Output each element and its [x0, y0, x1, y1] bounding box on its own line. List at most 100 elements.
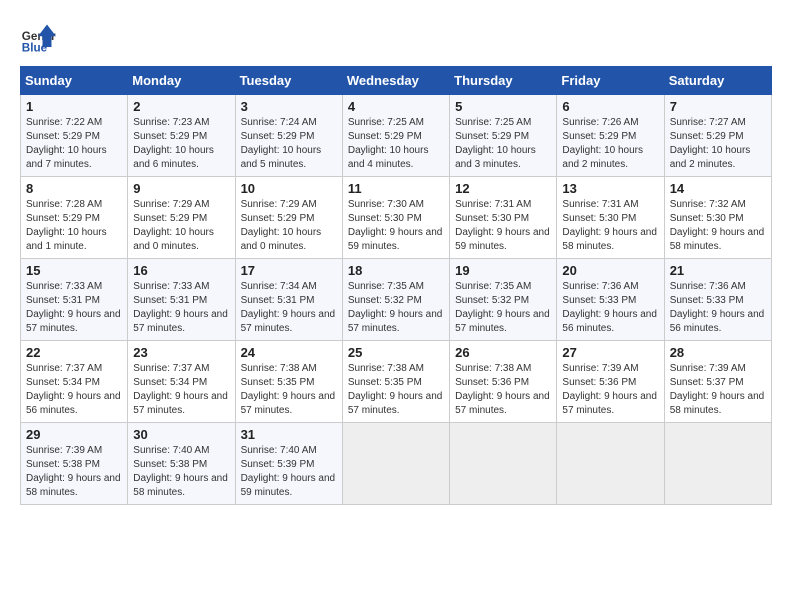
calendar-week-row: 15 Sunrise: 7:33 AMSunset: 5:31 PMDayligh…: [21, 259, 772, 341]
calendar-cell: 15 Sunrise: 7:33 AMSunset: 5:31 PMDayligh…: [21, 259, 128, 341]
day-detail: Sunrise: 7:39 AMSunset: 5:36 PMDaylight:…: [562, 362, 658, 418]
calendar-cell: [664, 423, 771, 505]
day-number: 2: [133, 99, 229, 114]
calendar-cell: 29 Sunrise: 7:39 AMSunset: 5:38 PMDayligh…: [21, 423, 128, 505]
day-number: 8: [26, 181, 122, 196]
day-detail: Sunrise: 7:29 AMSunset: 5:29 PMDaylight:…: [241, 198, 337, 254]
day-number: 26: [455, 345, 551, 360]
day-header-sunday: Sunday: [21, 67, 128, 95]
day-number: 30: [133, 427, 229, 442]
day-detail: Sunrise: 7:37 AMSunset: 5:34 PMDaylight:…: [133, 362, 229, 418]
logo-icon: General Blue: [20, 20, 56, 56]
day-number: 24: [241, 345, 337, 360]
day-detail: Sunrise: 7:40 AMSunset: 5:38 PMDaylight:…: [133, 444, 229, 500]
calendar-cell: 9 Sunrise: 7:29 AMSunset: 5:29 PMDaylight…: [128, 177, 235, 259]
calendar-cell: 12Sunrise: 7:31 AMSunset: 5:30 PMDayligh…: [450, 177, 557, 259]
day-detail: Sunrise: 7:39 AMSunset: 5:38 PMDaylight:…: [26, 444, 122, 500]
day-number: 13: [562, 181, 658, 196]
calendar-cell: 30 Sunrise: 7:40 AMSunset: 5:38 PMDayligh…: [128, 423, 235, 505]
day-number: 5: [455, 99, 551, 114]
day-number: 18: [348, 263, 444, 278]
calendar-cell: 6 Sunrise: 7:26 AMSunset: 5:29 PMDaylight…: [557, 95, 664, 177]
day-detail: Sunrise: 7:30 AMSunset: 5:30 PMDaylight:…: [348, 198, 444, 254]
day-header-wednesday: Wednesday: [342, 67, 449, 95]
day-detail: Sunrise: 7:32 AMSunset: 5:30 PMDaylight:…: [670, 198, 766, 254]
calendar-cell: 4Sunrise: 7:25 AMSunset: 5:29 PMDaylight…: [342, 95, 449, 177]
day-detail: Sunrise: 7:24 AMSunset: 5:29 PMDaylight:…: [241, 116, 337, 172]
day-number: 6: [562, 99, 658, 114]
day-detail: Sunrise: 7:36 AMSunset: 5:33 PMDaylight:…: [562, 280, 658, 336]
calendar-header-row: SundayMondayTuesdayWednesdayThursdayFrid…: [21, 67, 772, 95]
calendar-cell: [450, 423, 557, 505]
day-number: 29: [26, 427, 122, 442]
calendar-cell: 7Sunrise: 7:27 AMSunset: 5:29 PMDaylight…: [664, 95, 771, 177]
calendar-cell: 24Sunrise: 7:38 AMSunset: 5:35 PMDayligh…: [235, 341, 342, 423]
calendar-cell: 5Sunrise: 7:25 AMSunset: 5:29 PMDaylight…: [450, 95, 557, 177]
day-detail: Sunrise: 7:28 AMSunset: 5:29 PMDaylight:…: [26, 198, 122, 254]
calendar-cell: [557, 423, 664, 505]
day-detail: Sunrise: 7:38 AMSunset: 5:36 PMDaylight:…: [455, 362, 551, 418]
day-detail: Sunrise: 7:38 AMSunset: 5:35 PMDaylight:…: [348, 362, 444, 418]
day-detail: Sunrise: 7:39 AMSunset: 5:37 PMDaylight:…: [670, 362, 766, 418]
day-number: 22: [26, 345, 122, 360]
day-detail: Sunrise: 7:31 AMSunset: 5:30 PMDaylight:…: [562, 198, 658, 254]
calendar-cell: 23Sunrise: 7:37 AMSunset: 5:34 PMDayligh…: [128, 341, 235, 423]
calendar-cell: 3 Sunrise: 7:24 AMSunset: 5:29 PMDaylight…: [235, 95, 342, 177]
day-number: 7: [670, 99, 766, 114]
calendar-cell: 16Sunrise: 7:33 AMSunset: 5:31 PMDayligh…: [128, 259, 235, 341]
day-detail: Sunrise: 7:34 AMSunset: 5:31 PMDaylight:…: [241, 280, 337, 336]
day-detail: Sunrise: 7:26 AMSunset: 5:29 PMDaylight:…: [562, 116, 658, 172]
calendar-cell: 8 Sunrise: 7:28 AMSunset: 5:29 PMDaylight…: [21, 177, 128, 259]
day-header-saturday: Saturday: [664, 67, 771, 95]
day-number: 15: [26, 263, 122, 278]
day-detail: Sunrise: 7:35 AMSunset: 5:32 PMDaylight:…: [455, 280, 551, 336]
calendar-cell: 28 Sunrise: 7:39 AMSunset: 5:37 PMDayligh…: [664, 341, 771, 423]
day-detail: Sunrise: 7:36 AMSunset: 5:33 PMDaylight:…: [670, 280, 766, 336]
calendar-cell: 27 Sunrise: 7:39 AMSunset: 5:36 PMDayligh…: [557, 341, 664, 423]
calendar-week-row: 29 Sunrise: 7:39 AMSunset: 5:38 PMDayligh…: [21, 423, 772, 505]
calendar-week-row: 1 Sunrise: 7:22 AMSunset: 5:29 PMDaylight…: [21, 95, 772, 177]
day-number: 14: [670, 181, 766, 196]
calendar-cell: 19 Sunrise: 7:35 AMSunset: 5:32 PMDayligh…: [450, 259, 557, 341]
day-detail: Sunrise: 7:22 AMSunset: 5:29 PMDaylight:…: [26, 116, 122, 172]
day-number: 31: [241, 427, 337, 442]
calendar-cell: 11 Sunrise: 7:30 AMSunset: 5:30 PMDayligh…: [342, 177, 449, 259]
day-detail: Sunrise: 7:25 AMSunset: 5:29 PMDaylight:…: [348, 116, 444, 172]
calendar-week-row: 8 Sunrise: 7:28 AMSunset: 5:29 PMDaylight…: [21, 177, 772, 259]
day-number: 25: [348, 345, 444, 360]
day-number: 10: [241, 181, 337, 196]
day-number: 21: [670, 263, 766, 278]
page-header: General Blue: [20, 20, 772, 56]
day-number: 3: [241, 99, 337, 114]
day-number: 27: [562, 345, 658, 360]
day-number: 20: [562, 263, 658, 278]
day-header-thursday: Thursday: [450, 67, 557, 95]
day-header-tuesday: Tuesday: [235, 67, 342, 95]
calendar-cell: 25 Sunrise: 7:38 AMSunset: 5:35 PMDayligh…: [342, 341, 449, 423]
calendar-cell: 22 Sunrise: 7:37 AMSunset: 5:34 PMDayligh…: [21, 341, 128, 423]
calendar-cell: 13 Sunrise: 7:31 AMSunset: 5:30 PMDayligh…: [557, 177, 664, 259]
calendar-table: SundayMondayTuesdayWednesdayThursdayFrid…: [20, 66, 772, 505]
day-header-monday: Monday: [128, 67, 235, 95]
calendar-cell: 10 Sunrise: 7:29 AMSunset: 5:29 PMDayligh…: [235, 177, 342, 259]
day-detail: Sunrise: 7:29 AMSunset: 5:29 PMDaylight:…: [133, 198, 229, 254]
day-detail: Sunrise: 7:37 AMSunset: 5:34 PMDaylight:…: [26, 362, 122, 418]
day-number: 28: [670, 345, 766, 360]
day-detail: Sunrise: 7:35 AMSunset: 5:32 PMDaylight:…: [348, 280, 444, 336]
calendar-cell: 17Sunrise: 7:34 AMSunset: 5:31 PMDayligh…: [235, 259, 342, 341]
day-number: 12: [455, 181, 551, 196]
calendar-week-row: 22 Sunrise: 7:37 AMSunset: 5:34 PMDayligh…: [21, 341, 772, 423]
logo: General Blue: [20, 20, 62, 56]
calendar-cell: 31Sunrise: 7:40 AMSunset: 5:39 PMDayligh…: [235, 423, 342, 505]
day-number: 19: [455, 263, 551, 278]
day-number: 9: [133, 181, 229, 196]
day-number: 11: [348, 181, 444, 196]
calendar-cell: 1 Sunrise: 7:22 AMSunset: 5:29 PMDaylight…: [21, 95, 128, 177]
day-detail: Sunrise: 7:33 AMSunset: 5:31 PMDaylight:…: [26, 280, 122, 336]
calendar-cell: 18 Sunrise: 7:35 AMSunset: 5:32 PMDayligh…: [342, 259, 449, 341]
day-number: 1: [26, 99, 122, 114]
calendar-cell: 20 Sunrise: 7:36 AMSunset: 5:33 PMDayligh…: [557, 259, 664, 341]
day-detail: Sunrise: 7:33 AMSunset: 5:31 PMDaylight:…: [133, 280, 229, 336]
calendar-cell: 2Sunrise: 7:23 AMSunset: 5:29 PMDaylight…: [128, 95, 235, 177]
calendar-cell: 21 Sunrise: 7:36 AMSunset: 5:33 PMDayligh…: [664, 259, 771, 341]
